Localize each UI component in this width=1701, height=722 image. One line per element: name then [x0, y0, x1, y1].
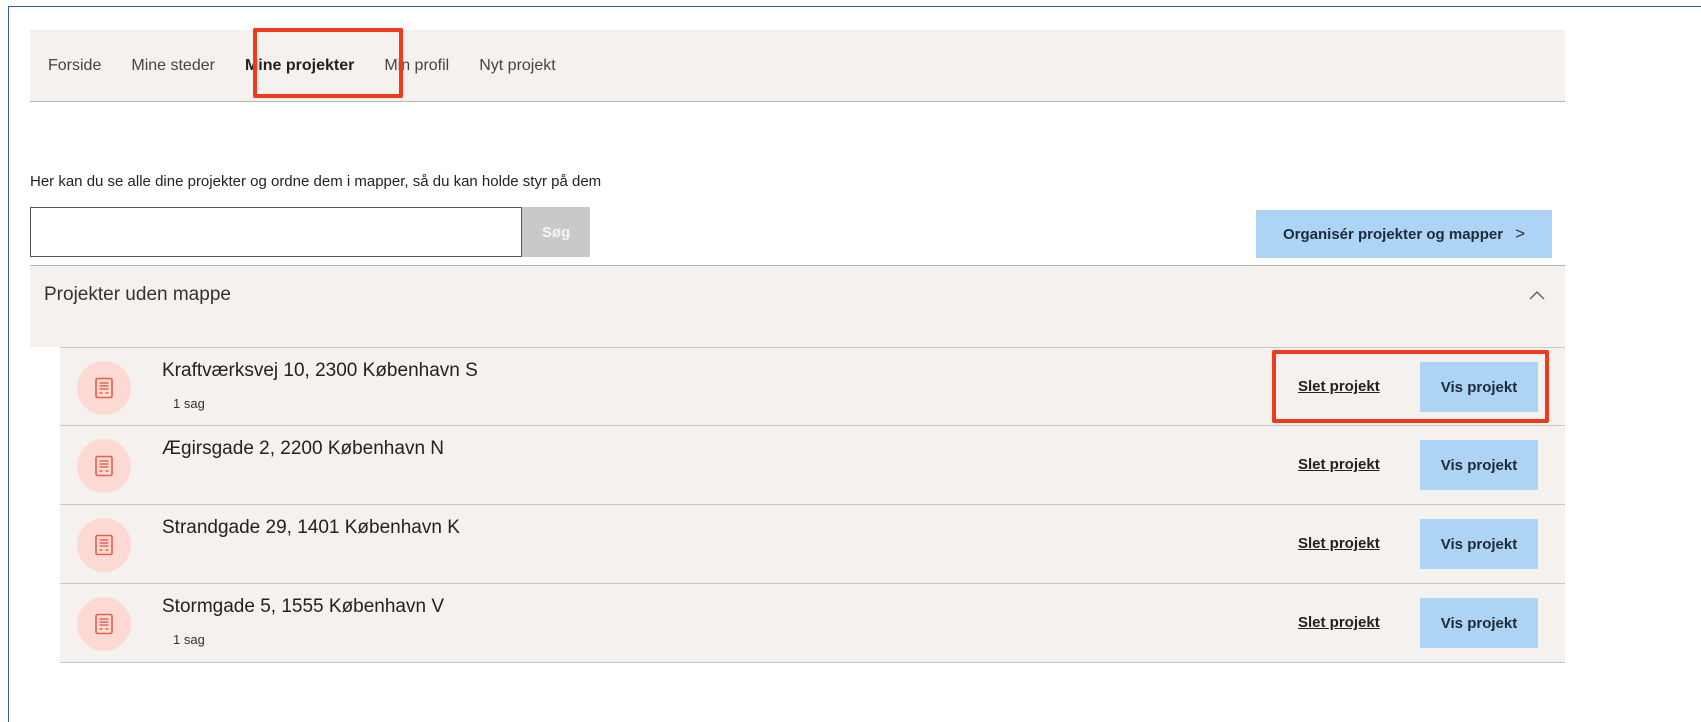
intro-text: Her kan du se alle dine projekter og ord…	[30, 173, 602, 190]
project-case-count: 1 sag	[173, 632, 205, 647]
project-row: Strandgade 29, 1401 København K Slet proj…	[60, 505, 1565, 584]
nav-item-min-profil[interactable]: Min profil	[369, 30, 464, 102]
nav-item-mine-projekter[interactable]: Mine projekter	[230, 30, 369, 102]
project-row: Ægirsgade 2, 2200 København N Slet projek…	[60, 426, 1565, 505]
document-icon	[77, 597, 131, 651]
document-icon	[77, 439, 131, 493]
nav-item-nyt-projekt[interactable]: Nyt projekt	[464, 30, 570, 102]
project-row: Stormgade 5, 1555 København V 1 sag Slet p…	[60, 584, 1565, 663]
project-case-count: 1 sag	[173, 396, 205, 411]
nav-item-forside[interactable]: Forside	[30, 30, 116, 102]
search-button[interactable]: Søg	[522, 207, 590, 257]
view-project-button[interactable]: Vis projekt	[1420, 519, 1538, 569]
project-title: Ægirsgade 2, 2200 København N	[162, 438, 445, 459]
nav-item-mine-steder[interactable]: Mine steder	[116, 30, 230, 102]
organize-projects-button[interactable]: Organisér projekter og mapper >	[1256, 210, 1552, 258]
document-icon	[77, 518, 131, 572]
main-nav: Forside Mine steder Mine projekter Min p…	[30, 30, 1565, 102]
view-project-button[interactable]: Vis projekt	[1420, 362, 1538, 412]
project-title: Strandgade 29, 1401 København K	[162, 517, 460, 538]
project-row: Kraftværksvej 10, 2300 København S 1 sag S…	[60, 347, 1565, 426]
delete-project-link[interactable]: Slet projekt	[1298, 614, 1380, 631]
document-icon	[77, 361, 131, 415]
view-project-button[interactable]: Vis projekt	[1420, 440, 1538, 490]
folder-section[interactable]: Projekter uden mappe	[30, 265, 1565, 347]
delete-project-link[interactable]: Slet projekt	[1298, 535, 1380, 552]
delete-project-link[interactable]: Slet projekt	[1298, 378, 1380, 395]
chevron-up-icon[interactable]	[1529, 284, 1545, 305]
organize-button-label: Organisér projekter og mapper	[1282, 225, 1504, 243]
search-input[interactable]	[30, 207, 522, 257]
chevron-right-icon: >	[1515, 224, 1525, 243]
project-title: Kraftværksvej 10, 2300 København S	[162, 360, 478, 381]
view-project-button[interactable]: Vis projekt	[1420, 598, 1538, 648]
project-title: Stormgade 5, 1555 København V	[162, 596, 445, 617]
delete-project-link[interactable]: Slet projekt	[1298, 456, 1380, 473]
folder-title: Projekter uden mappe	[44, 284, 231, 305]
